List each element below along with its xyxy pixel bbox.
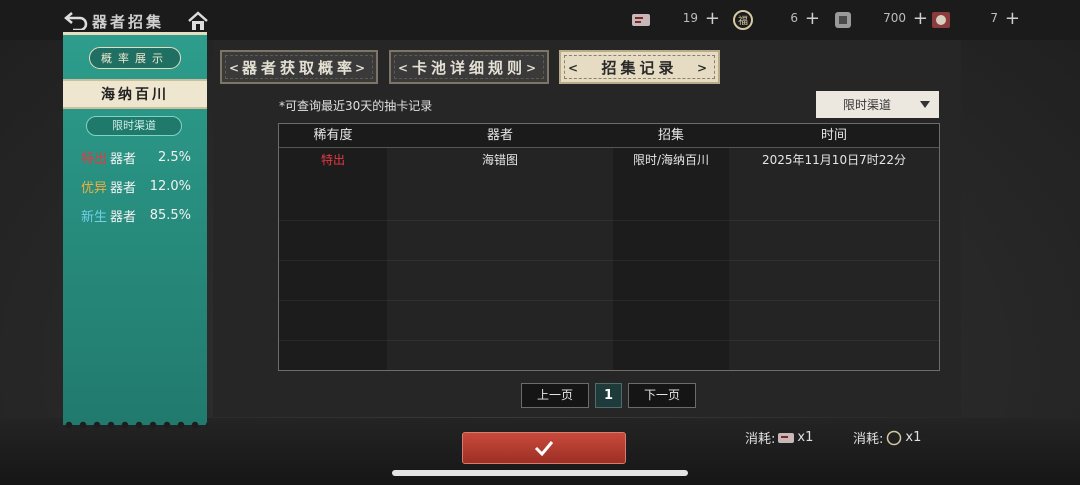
channel-filter-dropdown[interactable]: 限时渠道 [816, 91, 939, 118]
cell-rarity: 特出 [320, 153, 345, 167]
column-header-time: 时间 [820, 128, 847, 143]
tab-decoration: > [354, 61, 369, 75]
rate-row-special: 特出 器者 2.5% [79, 147, 191, 167]
cell-time: 2025年11月10日7时22分 [762, 153, 906, 167]
tab-decoration: > [696, 61, 711, 75]
column-header-name: 器者 [486, 128, 513, 143]
cost-single: 消耗: x1 [745, 428, 813, 447]
add-resource-button[interactable]: + [705, 8, 720, 29]
row-divider [279, 260, 939, 261]
home-icon[interactable] [187, 11, 209, 31]
rarity-suffix: 器者 [110, 180, 137, 196]
tab-label: 招集记录 [601, 58, 678, 77]
table-header: 稀有度 器者 招集 时间 [279, 124, 939, 148]
tab-pool-rules[interactable]: < 卡池详细规则 > [389, 50, 549, 84]
cost-amount: x1 [797, 430, 814, 445]
row-divider [279, 340, 939, 341]
rarity-tag: 优异 [81, 180, 108, 196]
add-resource-button[interactable]: + [805, 8, 820, 29]
tab-decoration: < [398, 61, 413, 75]
tab-decoration: < [229, 61, 244, 75]
cost-label: 消耗: [853, 432, 884, 447]
cost-fortune: 消耗: x1 [853, 428, 921, 447]
row-divider [279, 220, 939, 221]
table-row: 特出 海错图 限时/海纳百川 2025年11月10日7时22分 [279, 148, 939, 172]
cell-name: 海错图 [481, 153, 518, 167]
rate-percent: 12.0% [149, 178, 191, 194]
probability-title-badge: 概率展示 [89, 47, 181, 69]
tab-recruit-records[interactable]: < 招集记录 > [559, 50, 720, 84]
cost-amount: x1 [905, 430, 922, 445]
fortune-coin-icon [887, 430, 902, 445]
pool-name: 海纳百川 [101, 87, 169, 103]
rate-row-excellent: 优异 器者 12.0% [79, 176, 191, 196]
tab-label: 卡池详细规则 [411, 58, 526, 77]
column-header-rarity: 稀有度 [313, 128, 353, 143]
ticket-icon [778, 432, 795, 443]
back-arrow-icon[interactable] [63, 10, 89, 30]
resource-count: 700 [883, 11, 906, 25]
resource-ticket: 19 + [630, 8, 720, 32]
page-number: 1 [595, 383, 622, 408]
filter-value: 限时渠道 [843, 98, 892, 112]
resource-gold: 700 + [832, 8, 928, 32]
rarity-suffix: 器者 [110, 151, 137, 167]
channel-badge: 限时渠道 [86, 116, 182, 136]
probability-title: 概率展示 [101, 52, 169, 65]
cost-label: 消耗: [745, 432, 776, 447]
add-resource-button[interactable]: + [913, 8, 928, 29]
rate-row-newborn: 新生 器者 85.5% [79, 205, 191, 225]
tab-acquire-probability[interactable]: < 器者获取概率 > [220, 50, 378, 84]
rarity-tag: 新生 [81, 209, 108, 225]
checkmark-icon [534, 441, 554, 456]
rarity-suffix: 器者 [110, 209, 137, 225]
record-note: *可查询最近30天的抽卡记录 [279, 99, 433, 113]
resource-fortune: 福 6 + [732, 8, 820, 32]
tab-decoration: < [568, 61, 583, 75]
rarity-tag: 特出 [81, 151, 108, 167]
home-indicator[interactable] [392, 470, 688, 476]
page-title: 器者招集 [92, 13, 165, 31]
resource-count: 6 [790, 11, 798, 25]
pool-banner: 海纳百川 [63, 79, 207, 109]
rate-percent: 2.5% [157, 149, 191, 165]
tab-decoration: > [525, 61, 540, 75]
tab-label: 器者获取概率 [241, 58, 356, 77]
resource-count: 7 [990, 11, 998, 25]
resource-gem: 7 + [930, 8, 1020, 32]
cell-recruit: 限时/海纳百川 [632, 153, 710, 167]
column-header-recruit: 招集 [657, 128, 684, 143]
resource-count: 19 [682, 11, 698, 25]
probability-panel: 概率展示 海纳百川 限时渠道 特出 器者 2.5% 优异 器者 12.0% 新生… [63, 32, 207, 429]
chevron-down-icon [920, 101, 930, 108]
prev-page-button[interactable]: 上一页 [521, 383, 589, 408]
confirm-button[interactable] [462, 432, 626, 464]
add-resource-button[interactable]: + [1005, 8, 1020, 29]
next-page-button[interactable]: 下一页 [628, 383, 696, 408]
row-divider [279, 300, 939, 301]
rate-percent: 85.5% [149, 207, 191, 223]
records-table: 稀有度 器者 招集 时间 特出 海错图 限时/海纳百川 2025年11月10日7… [278, 123, 940, 371]
